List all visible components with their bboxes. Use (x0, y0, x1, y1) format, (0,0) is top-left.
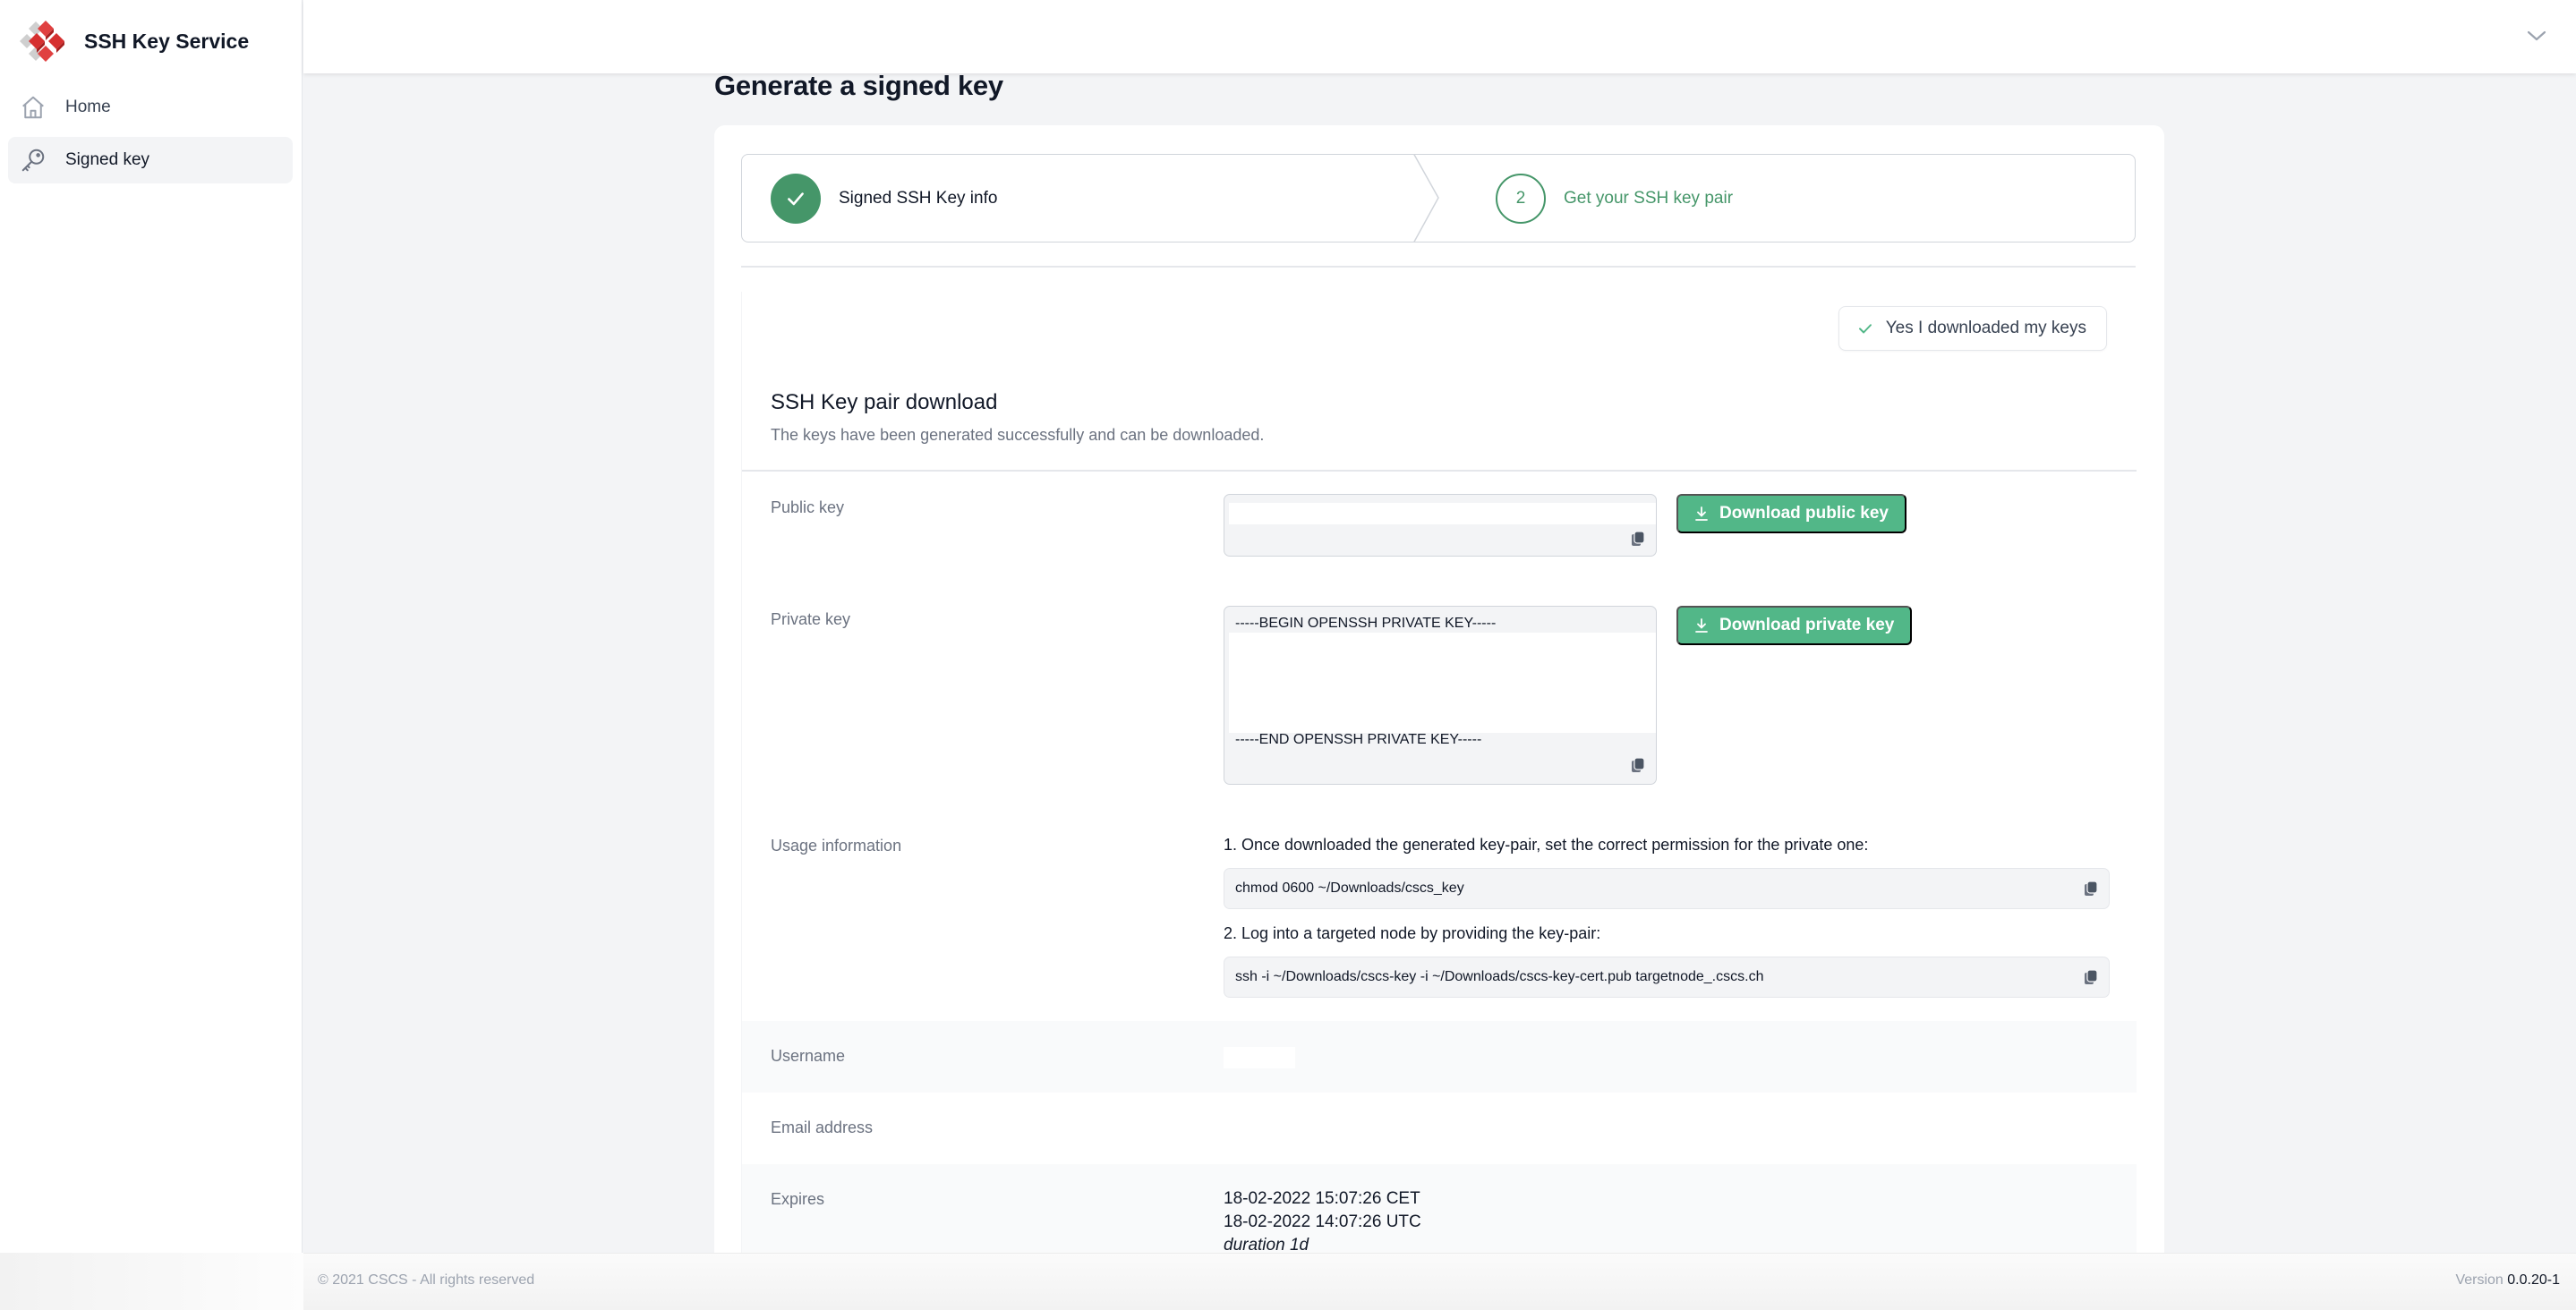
download-public-key-button[interactable]: Download public key (1676, 494, 1906, 533)
version-info: Version 0.0.20-1 (2455, 1272, 2560, 1289)
username-label: Username (771, 1047, 846, 1065)
confirm-downloaded-label: Yes I downloaded my keys (1885, 319, 2086, 337)
key-pair-panel: Yes I downloaded my keys SSH Key pair do… (741, 292, 2137, 1294)
check-icon (1858, 324, 1872, 334)
download-private-key-button[interactable]: Download private key (1676, 606, 1913, 645)
ssh-command-box[interactable]: ssh -i ~/Downloads/cscs-key -i ~/Downloa… (1224, 957, 2110, 998)
private-key-label: Private key (771, 610, 851, 628)
app-title: SSH Key Service (84, 29, 250, 53)
chevron-down-icon[interactable] (2524, 25, 2549, 47)
footer: © 2021 CSCS - All rights reserved Versio… (303, 1253, 2576, 1310)
email-label: Email address (771, 1119, 874, 1136)
usage-step-1: 1. Once downloaded the generated key-pai… (1224, 836, 1869, 854)
step-label: Signed SSH Key info (839, 188, 998, 208)
top-header (303, 0, 2576, 73)
usage-step-2: 2. Log into a targeted node by providing… (1224, 924, 1601, 942)
brand[interactable]: SSH Key Service (16, 20, 249, 63)
private-key-field[interactable]: -----BEGIN OPENSSH PRIVATE KEY----- ----… (1224, 606, 1657, 785)
usage-info-label: Usage information (771, 837, 902, 855)
expires-utc: 18-02-2022 14:07:26 UTC (1224, 1212, 1421, 1231)
divider (741, 266, 2136, 268)
sidebar-footer (0, 1253, 303, 1310)
copy-icon[interactable] (1631, 531, 1645, 547)
copyright: © 2021 CSCS - All rights reserved (318, 1272, 535, 1288)
home-icon (19, 93, 47, 122)
signed-key-card: Signed SSH Key info 2 Get your SSH key p… (714, 125, 2164, 1294)
sidebar-item-signed-key[interactable]: Signed key (8, 137, 293, 183)
stepper: Signed SSH Key info 2 Get your SSH key p… (741, 154, 2136, 242)
step-label: Get your SSH key pair (1564, 188, 1734, 208)
private-key-end: -----END OPENSSH PRIVATE KEY----- (1235, 732, 1482, 747)
section-title: SSH Key pair download (771, 390, 998, 414)
cscs-logo-icon (20, 21, 64, 62)
section-subtitle: The keys have been generated successfull… (771, 426, 1265, 444)
ssh-command: ssh -i ~/Downloads/cscs-key -i ~/Downloa… (1235, 969, 1764, 984)
chmod-command: chmod 0600 ~/Downloads/cscs_key (1235, 880, 1464, 896)
expires-values: 18-02-2022 15:07:26 CET 18-02-2022 14:07… (1224, 1187, 1421, 1257)
copy-icon[interactable] (2084, 969, 2098, 985)
private-key-body (1229, 633, 1656, 733)
public-key-label: Public key (771, 498, 845, 516)
copy-icon[interactable] (2084, 880, 2098, 897)
sidebar-item-label: Home (65, 98, 111, 116)
key-icon (19, 146, 47, 174)
username-row: Username (742, 1021, 2137, 1093)
step-signed-ssh-key-info[interactable]: Signed SSH Key info (771, 155, 997, 242)
version-number: 0.0.20-1 (2507, 1272, 2560, 1288)
private-key-begin: -----BEGIN OPENSSH PRIVATE KEY----- (1235, 616, 1497, 631)
sidebar-item-home[interactable]: Home (8, 84, 293, 131)
download-public-key-label: Download public key (1719, 504, 1889, 523)
email-row: Email address (742, 1093, 2137, 1164)
chmod-command-box[interactable]: chmod 0600 ~/Downloads/cscs_key (1224, 868, 2110, 909)
page-title: Generate a signed key (714, 70, 1003, 101)
download-icon (1695, 618, 1708, 633)
step-complete-icon (771, 173, 821, 224)
public-key-value (1229, 503, 1656, 524)
expires-label: Expires (771, 1190, 825, 1208)
sidebar-nav: Home Signed key (8, 84, 293, 190)
sidebar-item-label: Signed key (65, 150, 150, 169)
confirm-downloaded-button[interactable]: Yes I downloaded my keys (1838, 306, 2107, 351)
copy-icon[interactable] (1631, 757, 1645, 773)
step-number: 2 (1496, 173, 1546, 224)
step-separator (1413, 155, 1439, 242)
username-value (1224, 1047, 1295, 1068)
version-label: Version (2455, 1272, 2503, 1288)
download-private-key-label: Download private key (1719, 616, 1895, 634)
download-icon (1695, 506, 1708, 521)
sidebar: SSH Key Service Home Signed key (0, 0, 303, 1310)
public-key-field[interactable] (1224, 494, 1657, 557)
step-get-key-pair[interactable]: 2 Get your SSH key pair (1496, 155, 1733, 242)
expires-local: 18-02-2022 15:07:26 CET (1224, 1189, 1420, 1208)
divider (742, 470, 2137, 472)
